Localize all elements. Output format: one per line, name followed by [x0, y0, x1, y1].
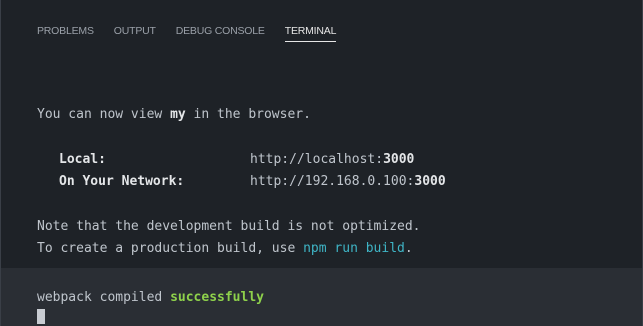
- terminal-cursor: [37, 309, 45, 324]
- network-url: http://192.168.0.100:3000: [250, 174, 446, 189]
- production-line: To create a production build, use npm ru…: [37, 241, 413, 256]
- app-name: my: [170, 107, 186, 122]
- tab-problems[interactable]: PROBLEMS: [37, 24, 94, 41]
- network-port: 3000: [414, 174, 446, 189]
- terminal-output[interactable]: You can now view my in the browser. Loca…: [1, 46, 642, 326]
- panel-tab-bar: PROBLEMS OUTPUT DEBUG CONSOLE TERMINAL: [1, 0, 642, 46]
- note-line: Note that the development build is not o…: [37, 219, 421, 234]
- terminal-panel: PROBLEMS OUTPUT DEBUG CONSOLE TERMINAL Y…: [0, 0, 643, 326]
- network-label: On Your Network:: [59, 174, 185, 189]
- view-line-suffix: in the browser.: [185, 107, 311, 122]
- local-label: Local:: [59, 152, 106, 167]
- view-line-prefix: You can now view: [37, 107, 171, 122]
- local-port: 3000: [383, 152, 415, 167]
- local-url: http://localhost:3000: [250, 152, 415, 167]
- tab-debug-console[interactable]: DEBUG CONSOLE: [176, 24, 265, 41]
- view-line: You can now view my in the browser.: [37, 106, 311, 123]
- tab-output[interactable]: OUTPUT: [114, 24, 156, 41]
- compiled-line: webpack compiled successfully: [37, 290, 264, 305]
- tab-terminal[interactable]: TERMINAL: [284, 24, 336, 42]
- build-command: npm run build: [303, 241, 405, 256]
- compile-status: successfully: [170, 290, 264, 305]
